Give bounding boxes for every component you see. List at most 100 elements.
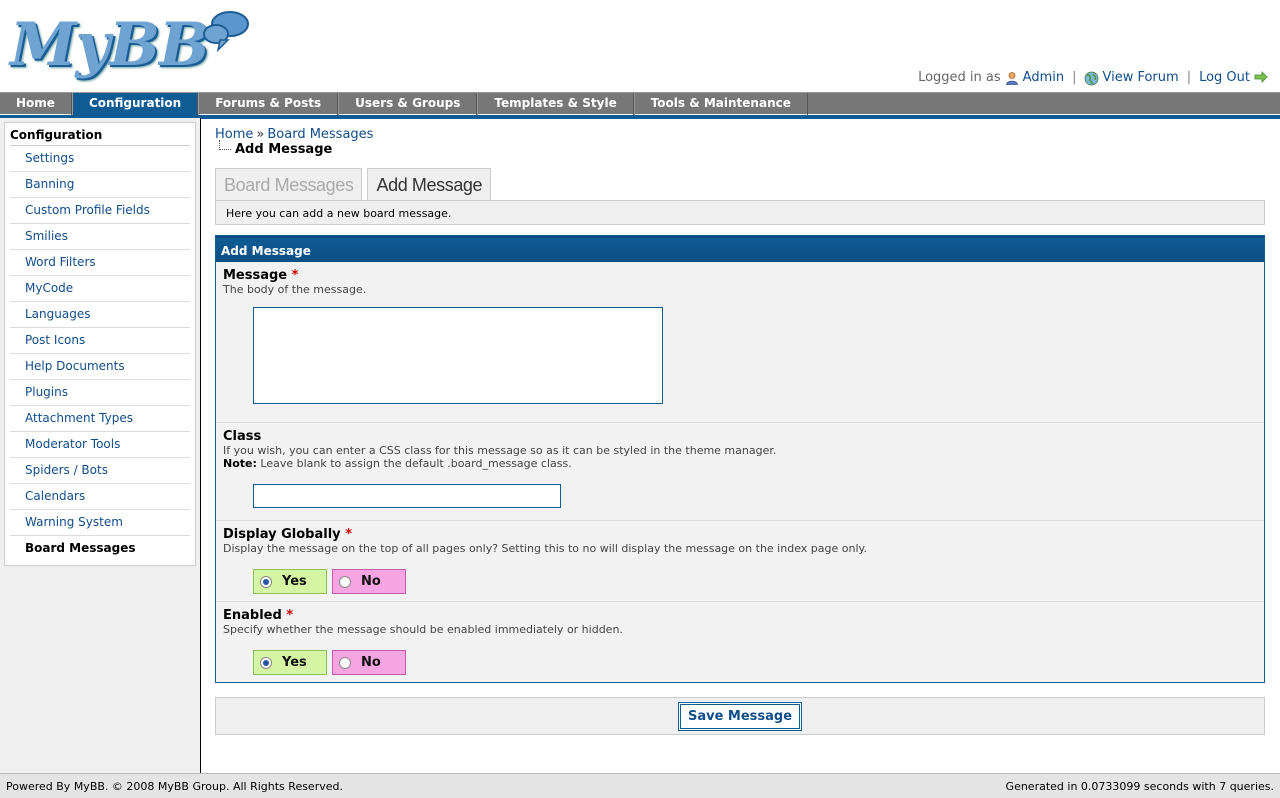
sidebar-item-mycode[interactable]: MyCode xyxy=(10,276,190,302)
message-description: The body of the message. xyxy=(223,283,367,296)
sidebar-item-label[interactable]: Custom Profile Fields xyxy=(25,203,150,217)
speech-bubble-icon xyxy=(203,11,249,52)
sidebar-item-label[interactable]: MyCode xyxy=(25,281,73,295)
separator: | xyxy=(1186,70,1192,85)
sidebar-item-label[interactable]: Settings xyxy=(25,151,74,165)
sidebar-item-spiders-bots[interactable]: Spiders / Bots xyxy=(10,458,190,484)
mybb-logo[interactable]: MyBB xyxy=(10,10,250,80)
required-marker: * xyxy=(286,608,294,623)
sidebar-item-label[interactable]: Calendars xyxy=(25,489,85,503)
radio-selected-icon[interactable] xyxy=(260,575,272,588)
enabled-description: Specify whether the message should be en… xyxy=(223,623,623,636)
arrow-right-icon xyxy=(1254,70,1268,85)
class-note: Note: Leave blank to assign the default … xyxy=(223,457,1257,470)
main-content: Home» Board Messages Add Message Board Me… xyxy=(215,127,1265,735)
class-row: Class If you wish, you can enter a CSS c… xyxy=(216,422,1264,520)
tree-connector xyxy=(219,140,231,150)
class-input[interactable] xyxy=(253,484,561,508)
sidebar-item-label[interactable]: Attachment Types xyxy=(25,411,133,425)
sidebar-item-settings[interactable]: Settings xyxy=(10,146,190,172)
separator: | xyxy=(1072,70,1077,85)
display-globally-yes-radio[interactable]: Yes xyxy=(253,569,327,594)
add-message-form: Add Message Message * The body of the me… xyxy=(215,235,1265,683)
nav-item-users-groups[interactable]: Users & Groups xyxy=(338,93,478,115)
sidebar-item-plugins[interactable]: Plugins xyxy=(10,380,190,406)
enabled-label: Enabled * xyxy=(223,608,1257,623)
display-globally-options: Yes No xyxy=(253,569,1257,594)
log-out-link[interactable]: Log Out xyxy=(1199,70,1250,85)
header: MyBB Logged in as Admin | View Forum | L… xyxy=(0,0,1280,92)
sidebar-item-calendars[interactable]: Calendars xyxy=(10,484,190,510)
footer-generated: Generated in 0.0733099 seconds with 7 qu… xyxy=(1005,779,1274,793)
radio-unselected-icon[interactable] xyxy=(339,656,351,669)
nav-item-tools-maintenance[interactable]: Tools & Maintenance xyxy=(633,93,808,115)
sidebar-item-label[interactable]: Spiders / Bots xyxy=(25,463,108,477)
radio-selected-icon[interactable] xyxy=(260,656,272,669)
breadcrumb-board-messages[interactable]: Board Messages xyxy=(267,127,373,142)
sidebar-item-label[interactable]: Banning xyxy=(25,177,74,191)
tab-board-messages[interactable]: Board Messages xyxy=(215,168,363,201)
sidebar-item-smilies[interactable]: Smilies xyxy=(10,224,190,250)
radio-label: Yes xyxy=(282,655,307,670)
enabled-label-text: Enabled xyxy=(223,608,282,623)
globe-icon xyxy=(1084,71,1099,85)
logged-in-label: Logged in as xyxy=(918,70,1001,85)
enabled-options: Yes No xyxy=(253,650,1257,675)
message-textarea[interactable] xyxy=(253,307,663,404)
message-row: Message * The body of the message. xyxy=(216,262,1264,422)
enabled-no-radio[interactable]: No xyxy=(332,650,406,675)
enabled-yes-radio[interactable]: Yes xyxy=(253,650,327,675)
display-globally-label: Display Globally * xyxy=(223,527,1257,542)
nav-item-home[interactable]: Home xyxy=(0,93,72,115)
breadcrumb: Home» Board Messages xyxy=(215,127,1265,142)
sidebar-title: Configuration xyxy=(10,127,190,146)
nav-item-templates-style[interactable]: Templates & Style xyxy=(477,93,634,115)
admin-user-link[interactable]: Admin xyxy=(1023,70,1064,85)
message-label-text: Message xyxy=(223,268,288,283)
required-marker: * xyxy=(345,527,352,542)
breadcrumb-current-label: Add Message xyxy=(235,142,333,157)
sidebar-item-label[interactable]: Word Filters xyxy=(25,255,96,269)
sidebar-item-languages[interactable]: Languages xyxy=(10,302,190,328)
sidebar-item-label[interactable]: Smilies xyxy=(25,229,68,243)
message-label: Message * xyxy=(223,268,1257,283)
sidebar: Configuration Settings Banning Custom Pr… xyxy=(4,122,196,566)
sidebar-item-help-documents[interactable]: Help Documents xyxy=(10,354,190,380)
sidebar-item-label[interactable]: Help Documents xyxy=(25,359,125,373)
sidebar-item-board-messages[interactable]: Board Messages xyxy=(10,536,190,562)
tab-add-message[interactable]: Add Message xyxy=(367,168,492,201)
logo-text: MyBB xyxy=(10,10,210,80)
form-buttons: Save Message xyxy=(215,697,1265,735)
user-icon xyxy=(1005,71,1019,85)
sidebar-item-label[interactable]: Plugins xyxy=(25,385,68,399)
sidebar-item-banning[interactable]: Banning xyxy=(10,172,190,198)
sidebar-item-label[interactable]: Warning System xyxy=(25,515,123,529)
save-message-button[interactable]: Save Message xyxy=(677,701,803,731)
display-globally-label-text: Display Globally xyxy=(223,527,341,542)
display-globally-row: Display Globally * Display the message o… xyxy=(216,520,1264,601)
sidebar-item-word-filters[interactable]: Word Filters xyxy=(10,250,190,276)
sidebar-item-label[interactable]: Post Icons xyxy=(25,333,85,347)
sidebar-item-custom-profile-fields[interactable]: Custom Profile Fields xyxy=(10,198,190,224)
nav-item-configuration[interactable]: Configuration xyxy=(71,93,199,115)
note-label: Note: xyxy=(223,457,257,470)
nav-item-forums-posts[interactable]: Forums & Posts xyxy=(198,93,339,115)
display-globally-no-radio[interactable]: No xyxy=(332,569,406,594)
sidebar-item-attachment-types[interactable]: Attachment Types xyxy=(10,406,190,432)
enabled-row: Enabled * Specify whether the message sh… xyxy=(216,601,1264,682)
footer-copyright: Powered By MyBB. © 2008 MyBB Group. All … xyxy=(6,779,343,793)
radio-label: Yes xyxy=(282,574,307,589)
view-forum-link[interactable]: View Forum xyxy=(1102,70,1178,85)
required-marker: * xyxy=(291,268,299,283)
user-welcome: Logged in as Admin | View Forum | Log Ou… xyxy=(918,70,1268,85)
main-nav: Home Configuration Forums & Posts Users … xyxy=(0,92,1280,119)
radio-unselected-icon[interactable] xyxy=(339,575,351,588)
sidebar-item-warning-system[interactable]: Warning System xyxy=(10,510,190,536)
footer: Powered By MyBB. © 2008 MyBB Group. All … xyxy=(0,773,1280,798)
sidebar-item-label: Board Messages xyxy=(25,541,136,555)
radio-label: No xyxy=(361,574,381,589)
sidebar-item-label[interactable]: Moderator Tools xyxy=(25,437,120,451)
sidebar-item-label[interactable]: Languages xyxy=(25,307,90,321)
sidebar-item-moderator-tools[interactable]: Moderator Tools xyxy=(10,432,190,458)
sidebar-item-post-icons[interactable]: Post Icons xyxy=(10,328,190,354)
